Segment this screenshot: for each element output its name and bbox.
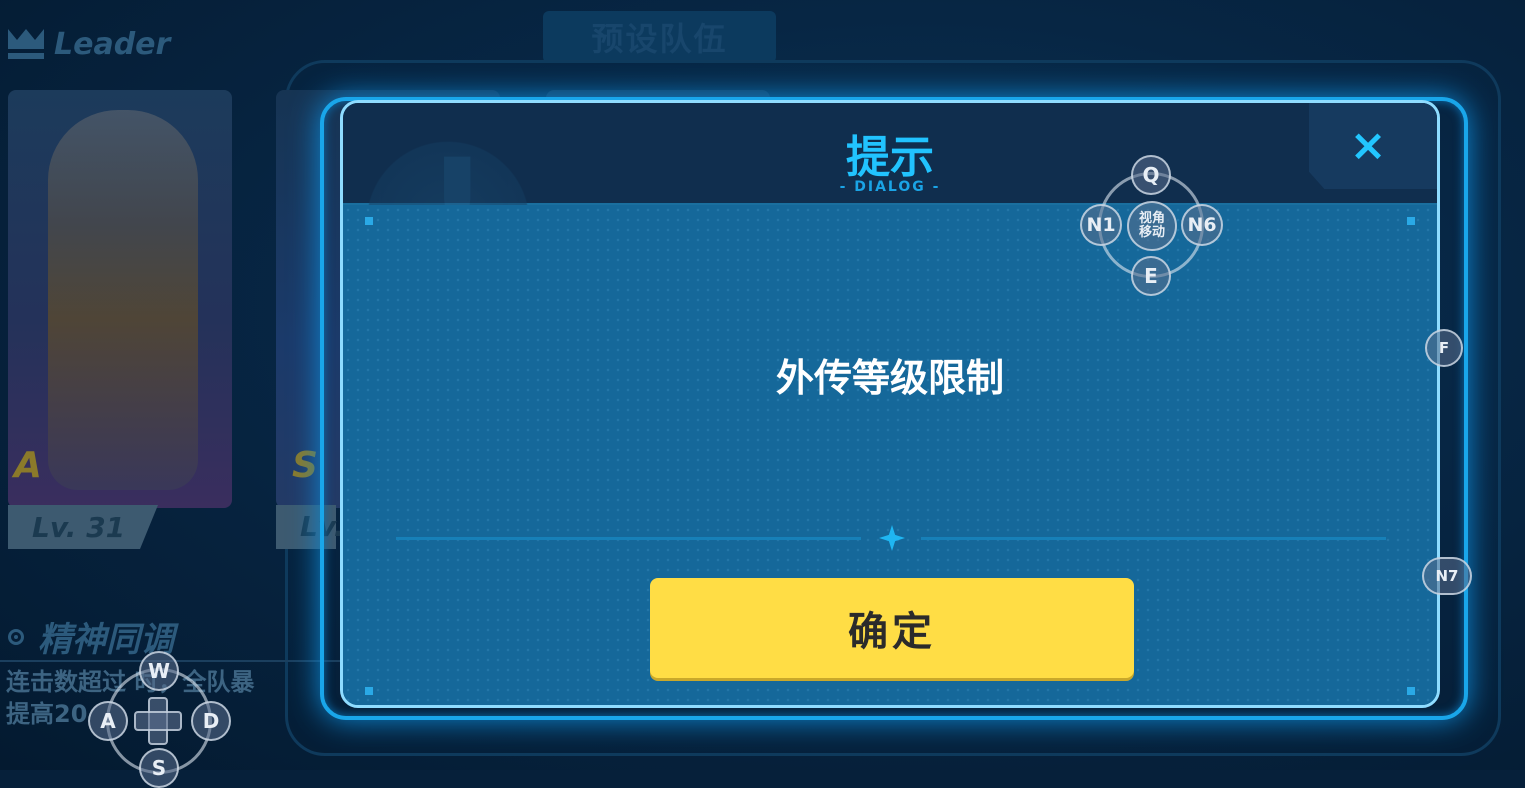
- dialog-panel: 提示 - DIALOG - × 外传等级限制 确定: [340, 100, 1440, 708]
- key-n1[interactable]: N1: [1080, 204, 1122, 246]
- preset-team-button[interactable]: 预设队伍: [543, 11, 776, 63]
- key-s[interactable]: S: [139, 748, 179, 788]
- divider-line-right: [921, 537, 1386, 540]
- leader-label: Leader: [54, 26, 171, 62]
- dpad-icon: [134, 697, 182, 745]
- key-d[interactable]: D: [191, 701, 231, 741]
- key-n7[interactable]: N7: [1422, 557, 1472, 595]
- leader-level-tag: Lv. 31: [8, 505, 158, 549]
- dialog-title: 提示: [846, 132, 934, 183]
- character-portrait: [48, 110, 198, 490]
- close-icon[interactable]: ×: [1343, 121, 1393, 171]
- key-q[interactable]: Q: [1131, 155, 1171, 195]
- leader-header: Leader: [8, 22, 170, 66]
- corner-marker: [1407, 217, 1415, 225]
- corner-marker: [365, 687, 373, 695]
- key-w[interactable]: W: [139, 651, 179, 691]
- divider-line-left: [396, 537, 861, 540]
- rank-badge-s: S: [292, 445, 318, 486]
- key-e[interactable]: E: [1131, 256, 1171, 296]
- rank-badge-a: A: [14, 445, 42, 486]
- dialog-header: 提示 - DIALOG - ×: [343, 103, 1437, 318]
- key-n6[interactable]: N6: [1181, 204, 1223, 246]
- dialog-subtitle: - DIALOG -: [839, 179, 941, 195]
- key-f[interactable]: F: [1425, 329, 1463, 367]
- corner-marker: [365, 217, 373, 225]
- dialog-message: 外传等级限制: [775, 356, 1004, 400]
- confirm-button[interactable]: 确定: [650, 578, 1134, 678]
- corner-marker: [1407, 687, 1415, 695]
- bullet-icon: [8, 628, 24, 645]
- key-camera-move[interactable]: 视角 移动: [1127, 201, 1177, 251]
- key-a[interactable]: A: [88, 701, 128, 741]
- crown-icon: [8, 29, 44, 59]
